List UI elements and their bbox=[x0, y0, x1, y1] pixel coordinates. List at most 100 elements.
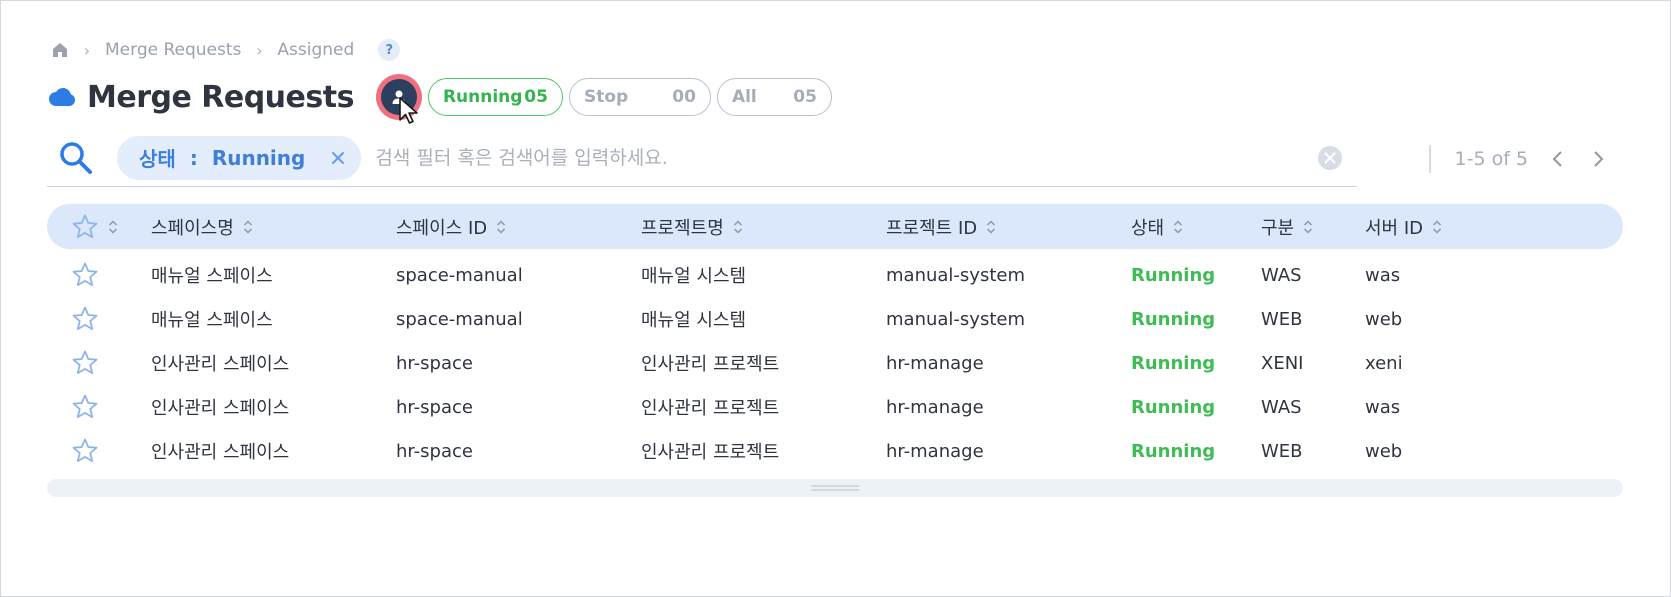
filter-label: Stop bbox=[583, 87, 629, 107]
cell-project-name: 매뉴얼 시스템 bbox=[641, 266, 747, 287]
table-row[interactable]: 인사관리 스페이스 hr-space 인사관리 프로젝트 hr-manage R… bbox=[47, 341, 1623, 385]
sort-icon[interactable] bbox=[495, 219, 507, 235]
cell-type: WAS bbox=[1261, 396, 1302, 418]
cell-project-id: hr-manage bbox=[886, 396, 984, 418]
star-icon bbox=[72, 306, 98, 331]
cell-space-name: 인사관리 스페이스 bbox=[151, 398, 290, 419]
row-favorite[interactable] bbox=[71, 429, 99, 473]
cell-space-name: 인사관리 스페이스 bbox=[151, 442, 290, 463]
column-header-project-name[interactable]: 프로젝트명 bbox=[641, 204, 744, 249]
sort-icon[interactable] bbox=[1431, 219, 1443, 235]
sort-icon[interactable] bbox=[985, 219, 997, 235]
column-label: 프로젝트 ID bbox=[886, 217, 978, 239]
status-badge: Running bbox=[1131, 396, 1216, 418]
chip-separator: : bbox=[189, 145, 198, 170]
star-icon bbox=[72, 394, 98, 419]
close-icon[interactable] bbox=[325, 145, 351, 171]
star-icon bbox=[72, 262, 98, 287]
title-row: Merge Requests Running 05 Stop 00 All 05 bbox=[47, 73, 838, 124]
sort-icon[interactable] bbox=[1172, 219, 1184, 235]
chip-key: 상태 bbox=[139, 147, 176, 171]
filter-running-button[interactable]: Running 05 bbox=[427, 78, 563, 116]
star-icon bbox=[72, 350, 98, 375]
filter-label: All bbox=[731, 87, 757, 107]
breadcrumb-item[interactable]: Assigned bbox=[277, 40, 354, 60]
table-footer bbox=[47, 479, 1623, 497]
cell-space-id: space-manual bbox=[396, 264, 523, 286]
cell-space-id: hr-space bbox=[396, 396, 473, 418]
filter-chip-status[interactable]: 상태 : Running bbox=[117, 135, 362, 180]
filter-count: 05 bbox=[793, 87, 817, 107]
search-input[interactable] bbox=[361, 146, 1317, 169]
page-title: Merge Requests bbox=[87, 79, 354, 115]
help-icon[interactable]: ? bbox=[378, 39, 401, 61]
column-header-status[interactable]: 상태 bbox=[1131, 204, 1184, 249]
resize-handle-icon[interactable] bbox=[809, 484, 861, 492]
sort-icon[interactable] bbox=[1302, 219, 1314, 235]
assignee-filter-button[interactable] bbox=[375, 74, 422, 124]
app-frame: › Merge Requests › Assigned ? Merge Requ… bbox=[0, 0, 1671, 597]
cloud-icon bbox=[49, 88, 75, 106]
column-label: 구분 bbox=[1261, 217, 1295, 239]
cell-server-id: was bbox=[1365, 396, 1401, 418]
column-header-project-id[interactable]: 프로젝트 ID bbox=[886, 204, 997, 249]
cell-space-name: 매뉴얼 스페이스 bbox=[151, 310, 273, 331]
status-badge: Running bbox=[1131, 352, 1216, 374]
cell-server-id: web bbox=[1365, 440, 1403, 462]
cell-space-id: hr-space bbox=[396, 352, 473, 374]
select-all-star[interactable] bbox=[71, 204, 119, 249]
cell-type: WEB bbox=[1261, 440, 1303, 462]
table-header: 스페이스명 스페이스 ID 프로젝트명 프로젝트 ID 상태 구분 서버 ID bbox=[47, 204, 1623, 249]
column-header-type[interactable]: 구분 bbox=[1261, 204, 1314, 249]
cell-project-id: hr-manage bbox=[886, 352, 984, 374]
cell-project-name: 매뉴얼 시스템 bbox=[641, 310, 747, 331]
status-badge: Running bbox=[1131, 440, 1216, 462]
cell-project-id: manual-system bbox=[886, 264, 1025, 286]
chevron-left-icon[interactable] bbox=[1548, 147, 1568, 171]
row-favorite[interactable] bbox=[71, 341, 99, 385]
star-icon bbox=[72, 438, 98, 463]
table-row[interactable]: 인사관리 스페이스 hr-space 인사관리 프로젝트 hr-manage R… bbox=[47, 429, 1623, 473]
cell-space-name: 매뉴얼 스페이스 bbox=[151, 266, 273, 287]
breadcrumb: › Merge Requests › Assigned ? bbox=[51, 39, 401, 61]
filter-all-button[interactable]: All 05 bbox=[716, 78, 832, 116]
table-row[interactable]: 매뉴얼 스페이스 space-manual 매뉴얼 시스템 manual-sys… bbox=[47, 253, 1623, 297]
table-row[interactable]: 인사관리 스페이스 hr-space 인사관리 프로젝트 hr-manage R… bbox=[47, 385, 1623, 429]
divider bbox=[1429, 145, 1431, 173]
column-label: 상태 bbox=[1131, 217, 1165, 239]
filter-stop-button[interactable]: Stop 00 bbox=[568, 78, 711, 116]
cell-project-id: hr-manage bbox=[886, 440, 984, 462]
chip-value: Running bbox=[211, 145, 306, 170]
row-favorite[interactable] bbox=[71, 385, 99, 429]
clear-icon[interactable] bbox=[1317, 145, 1343, 171]
row-favorite[interactable] bbox=[71, 253, 99, 297]
column-label: 스페이스명 bbox=[151, 217, 234, 239]
filter-count: 00 bbox=[672, 87, 696, 107]
chevron-right-icon: › bbox=[256, 40, 263, 60]
chevron-right-icon[interactable] bbox=[1588, 147, 1608, 171]
sort-icon[interactable] bbox=[107, 219, 119, 235]
breadcrumb-item[interactable]: Merge Requests bbox=[105, 40, 241, 60]
cell-space-id: hr-space bbox=[396, 440, 473, 462]
table-row[interactable]: 매뉴얼 스페이스 space-manual 매뉴얼 시스템 manual-sys… bbox=[47, 297, 1623, 341]
mouse-pointer-icon bbox=[399, 97, 418, 124]
search-icon[interactable] bbox=[59, 141, 93, 175]
column-label: 서버 ID bbox=[1365, 217, 1424, 239]
search-bar: 상태 : Running bbox=[47, 129, 1357, 187]
column-header-space-id[interactable]: 스페이스 ID bbox=[396, 204, 507, 249]
cell-type: WEB bbox=[1261, 308, 1303, 330]
cell-project-name: 인사관리 프로젝트 bbox=[641, 398, 780, 419]
row-favorite[interactable] bbox=[71, 297, 99, 341]
home-icon[interactable] bbox=[51, 41, 69, 59]
column-header-server-id[interactable]: 서버 ID bbox=[1365, 204, 1443, 249]
cell-server-id: was bbox=[1365, 264, 1401, 286]
column-header-space-name[interactable]: 스페이스명 bbox=[151, 204, 254, 249]
sort-icon[interactable] bbox=[732, 219, 744, 235]
column-label: 프로젝트명 bbox=[641, 217, 724, 239]
cell-space-id: space-manual bbox=[396, 308, 523, 330]
filter-label: Running bbox=[442, 87, 523, 107]
cell-type: WAS bbox=[1261, 264, 1302, 286]
sort-icon[interactable] bbox=[242, 219, 254, 235]
status-badge: Running bbox=[1131, 264, 1216, 286]
cell-project-name: 인사관리 프로젝트 bbox=[641, 354, 780, 375]
